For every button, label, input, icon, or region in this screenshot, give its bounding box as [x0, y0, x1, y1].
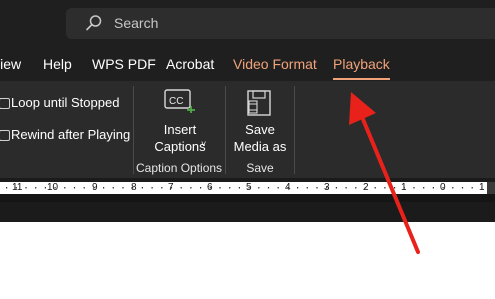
- ruler-edge: [487, 182, 495, 194]
- ruler-minor-tick: [481, 187, 483, 189]
- horizontal-ruler[interactable]: 11 10 9 8 7 6 5 4 3 2 1 0 1: [0, 182, 487, 194]
- ruler-minor-tick: [471, 187, 473, 189]
- ruler-minor-tick: [306, 187, 308, 189]
- ruler-minor-tick: [170, 187, 173, 189]
- save-group-label: Save: [246, 161, 274, 175]
- ruler-minor-tick: [93, 187, 95, 189]
- checkbox-label: Loop until Stopped: [11, 95, 120, 110]
- search-box[interactable]: Search: [66, 8, 495, 39]
- ruler-minor-tick: [54, 187, 56, 189]
- tab-acrobat[interactable]: Acrobat: [166, 56, 214, 72]
- ruler-minor-tick: [248, 187, 250, 189]
- save-media-line2: Media as: [233, 139, 287, 154]
- ruler-minor-tick: [141, 187, 143, 189]
- ruler-minor-tick: [200, 187, 202, 189]
- tab-view[interactable]: View: [0, 56, 21, 72]
- group-separator: [225, 86, 226, 174]
- ruler-minor-tick: [287, 187, 289, 189]
- tab-wps-pdf[interactable]: WPS PDF: [92, 56, 156, 72]
- ruler-minor-tick: [423, 187, 425, 189]
- ruler-minor-tick: [442, 187, 444, 189]
- caption-options-group-label: Caption Options: [136, 161, 223, 175]
- ruler-minor-tick: [316, 187, 318, 189]
- ruler-minor-tick: [345, 187, 347, 189]
- tab-video-format[interactable]: Video Format: [233, 56, 317, 72]
- ruler-minor-tick: [364, 187, 367, 189]
- slide-canvas[interactable]: [0, 222, 495, 299]
- group-separator: [294, 86, 295, 174]
- ruler-minor-tick: [394, 187, 396, 189]
- ruler-minor-tick: [461, 187, 464, 189]
- ruler-minor-tick: [161, 187, 163, 189]
- ruler-minor-tick: [374, 187, 376, 189]
- ruler-minor-tick: [44, 187, 46, 189]
- ruler-minor-tick: [25, 187, 27, 189]
- ruler-minor-tick: [112, 187, 114, 189]
- checkbox-label: Rewind after Playing: [11, 127, 131, 142]
- save-media-as-button[interactable]: Save Media as: [232, 87, 288, 157]
- ruler-minor-tick: [326, 187, 328, 189]
- ruler-shadow: [0, 194, 495, 202]
- ruler-minor-tick: [122, 187, 124, 189]
- ruler-minor-tick: [335, 187, 337, 189]
- ruler-minor-tick: [238, 187, 240, 189]
- checkbox-box[interactable]: [0, 98, 10, 109]
- ruler-minor-tick: [190, 187, 192, 189]
- ruler-minor-tick: [15, 187, 17, 189]
- ruler-minor-tick: [35, 187, 37, 189]
- ruler-minor-tick: [277, 187, 279, 189]
- ruler-minor-tick: [180, 187, 182, 189]
- ruler-minor-tick: [355, 187, 357, 189]
- ruler-minor-tick: [267, 187, 270, 189]
- tab-help[interactable]: Help: [43, 56, 72, 72]
- ruler-minor-tick: [297, 187, 299, 189]
- search-placeholder: Search: [114, 15, 159, 31]
- ruler-minor-tick: [83, 187, 85, 189]
- ruler-minor-tick: [209, 187, 211, 189]
- ruler-minor-tick: [219, 187, 221, 189]
- ruler-minor-tick: [73, 187, 76, 189]
- film-save-icon: [247, 90, 271, 116]
- ribbon-panel: Loop until Stopped Rewind after Playing …: [0, 81, 495, 178]
- ruler-minor-tick: [103, 187, 105, 189]
- ruler-minor-tick: [413, 187, 415, 189]
- ruler-minor-tick: [151, 187, 153, 189]
- cc-icon: CC: [164, 89, 195, 113]
- svg-text:CC: CC: [169, 96, 183, 107]
- insert-captions-button[interactable]: CC Insert Captions ˅: [148, 87, 212, 157]
- ruler-minor-tick: [229, 187, 231, 189]
- ribbon-tabs: View Help WPS PDF Acrobat Video Format P…: [0, 47, 495, 81]
- ruler-minor-tick: [403, 187, 405, 189]
- ruler-minor-tick: [452, 187, 454, 189]
- ruler-minor-tick: [432, 187, 434, 189]
- ruler-minor-tick: [384, 187, 386, 189]
- save-media-line1: Save: [245, 122, 275, 137]
- ruler-minor-tick: [64, 187, 66, 189]
- chevron-down-icon: ˅: [201, 139, 207, 149]
- checkbox-box[interactable]: [0, 130, 10, 141]
- title-bar: Search: [0, 0, 495, 47]
- group-separator: [133, 86, 134, 174]
- tab-playback[interactable]: Playback: [333, 56, 390, 80]
- insert-captions-line1: Insert: [163, 122, 197, 137]
- ruler-minor-tick: [132, 187, 134, 189]
- ruler-minor-tick: [258, 187, 260, 189]
- ruler-minor-tick: [6, 187, 8, 189]
- ruler-minor-ticks: [6, 187, 483, 189]
- search-icon: [86, 15, 102, 31]
